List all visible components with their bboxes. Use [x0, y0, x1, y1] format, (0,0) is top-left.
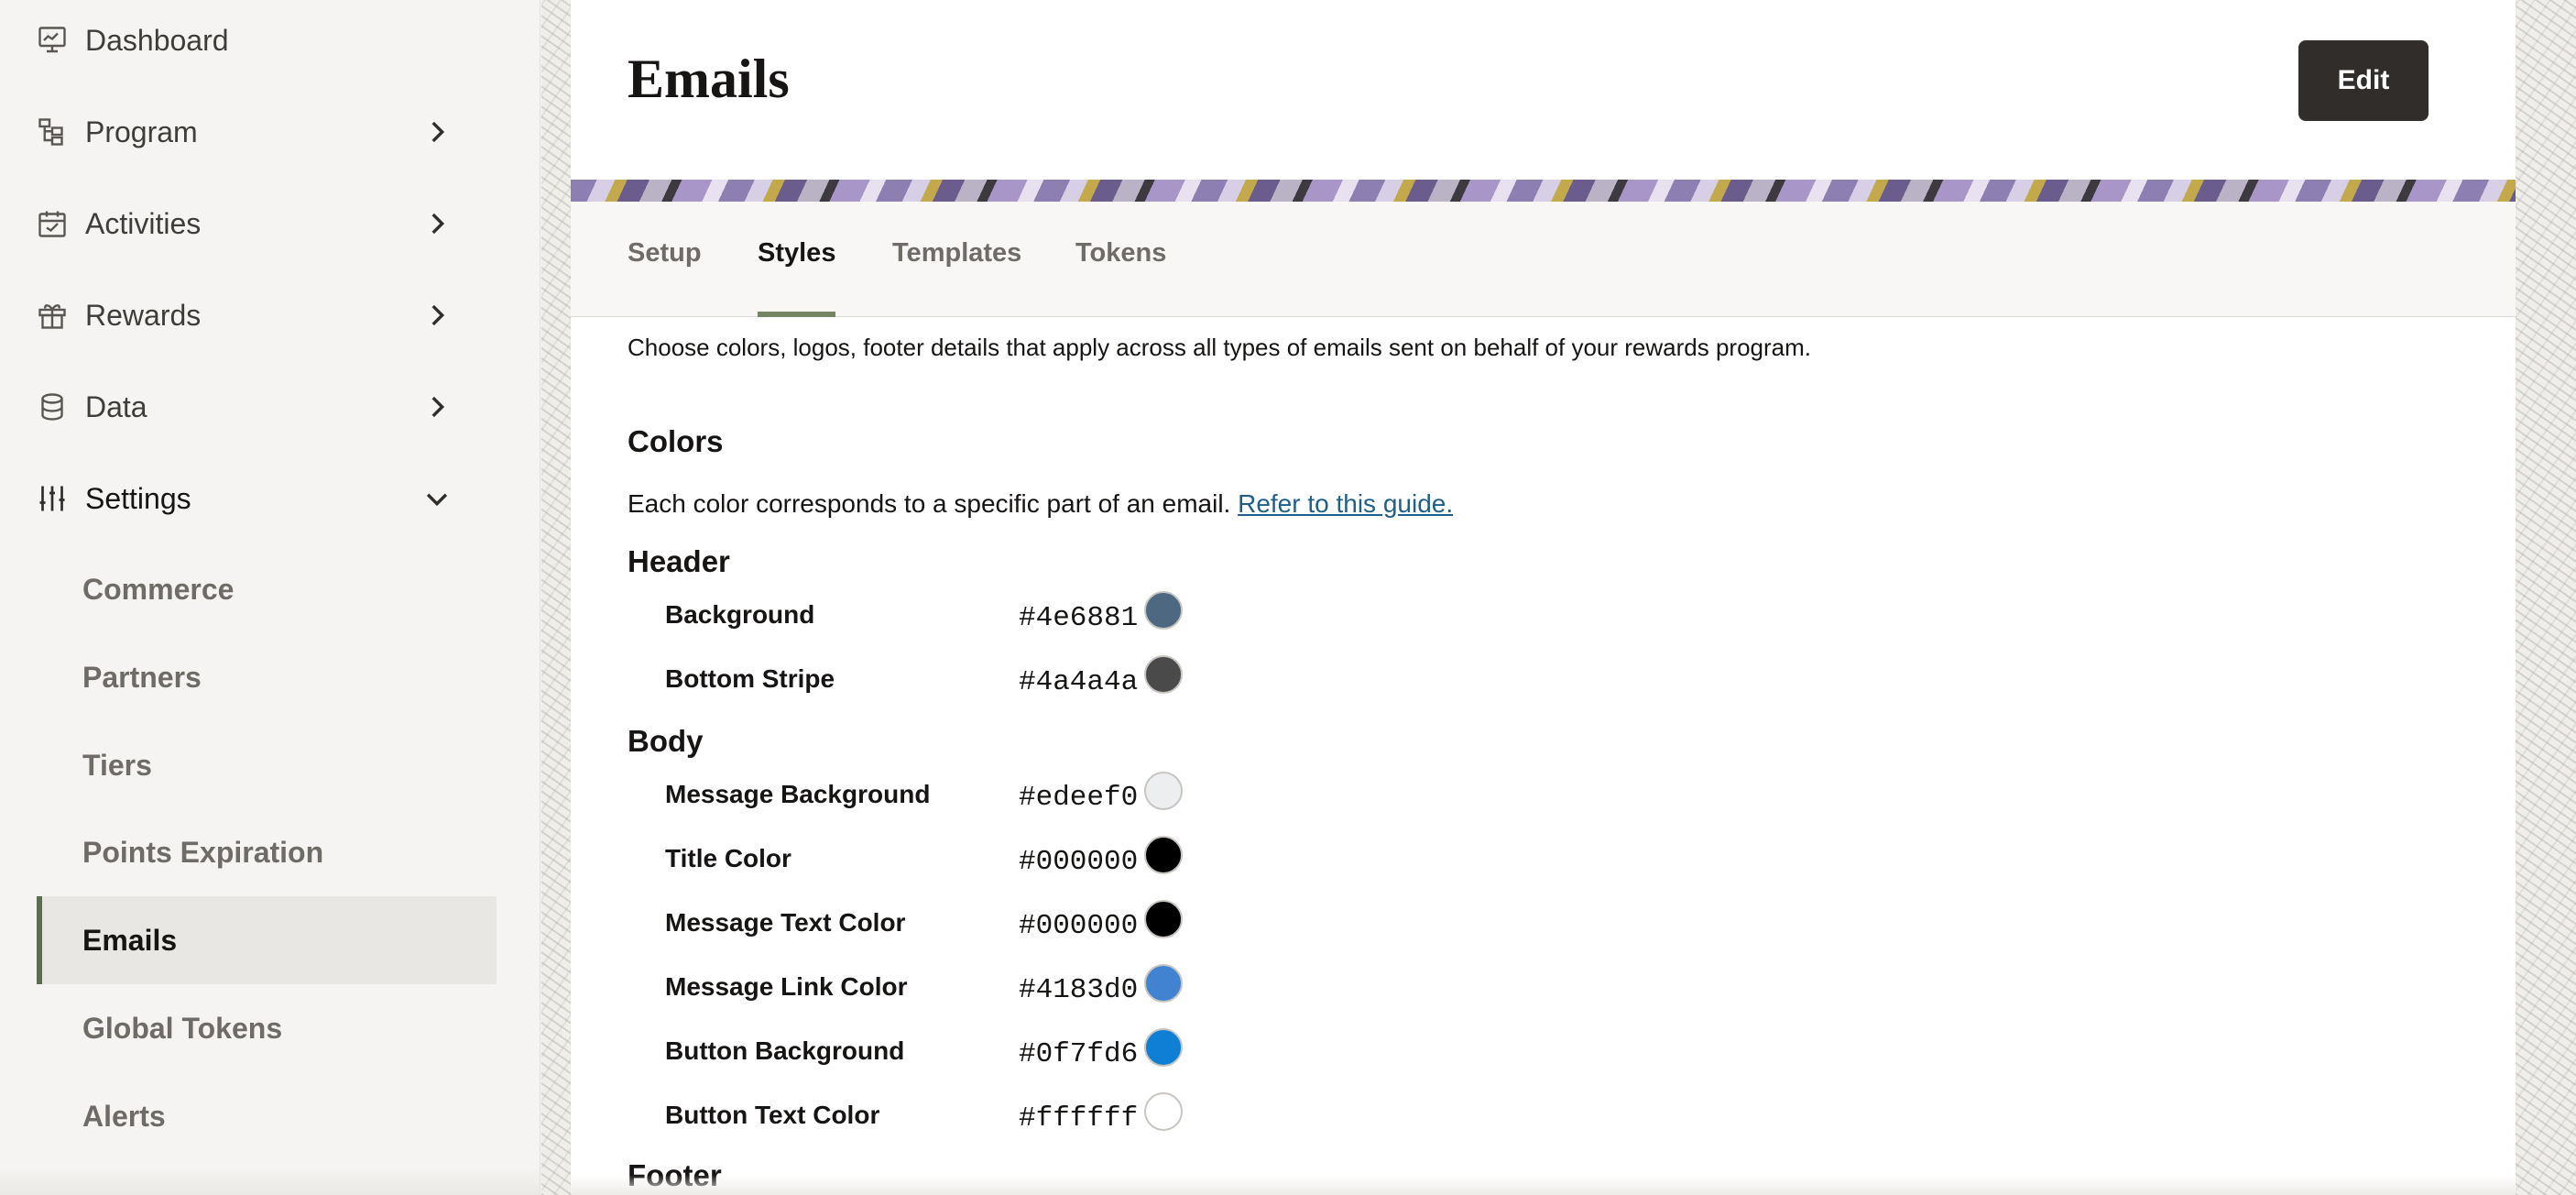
tab-setup[interactable]: Setup: [628, 238, 702, 317]
gift-icon: [35, 298, 70, 333]
color-swatch[interactable]: [1144, 900, 1183, 938]
sidebar-scroll-fade: [0, 1168, 540, 1195]
colors-description-text: Each color corresponds to a specific par…: [628, 489, 1231, 518]
sidebar-subitem-tiers[interactable]: Tiers: [37, 721, 497, 809]
sidebar-subitem-partners[interactable]: Partners: [37, 633, 497, 721]
edit-button[interactable]: Edit: [2298, 40, 2429, 121]
chevron-down-icon[interactable]: [417, 478, 457, 519]
color-row-label: Message Background: [665, 780, 931, 808]
sidebar-subitem-alerts[interactable]: Alerts: [37, 1072, 497, 1160]
styles-intro-text: Choose colors, logos, footer details tha…: [628, 334, 1811, 361]
color-swatch[interactable]: [1144, 964, 1183, 1003]
header-group-title: Header: [628, 544, 730, 578]
color-row-hex: #edeef0: [1019, 782, 1139, 814]
color-row-label: Title Color: [665, 844, 791, 872]
sidebar: Dashboard Program Activities Rewards Dat…: [0, 0, 540, 1195]
sidebar-item-label: Data: [85, 389, 147, 423]
color-swatch[interactable]: [1144, 1092, 1183, 1131]
color-row-hex: #4a4a4a: [1019, 666, 1139, 698]
decorative-pattern-right: [2516, 0, 2576, 1195]
sidebar-subitem-label: Tiers: [82, 748, 152, 782]
sidebar-item-label: Dashboard: [85, 23, 229, 57]
color-swatch[interactable]: [1144, 836, 1183, 874]
sidebar-subitem-label: Global Tokens: [82, 1011, 283, 1045]
sidebar-subitem-points-expiration[interactable]: Points Expiration: [37, 808, 497, 896]
sidebar-item-program[interactable]: Program: [0, 95, 495, 169]
tab-bar: Setup Styles Templates Tokens: [571, 202, 2516, 317]
sidebar-subitem-label: Commerce: [82, 572, 235, 606]
color-swatch[interactable]: [1144, 772, 1183, 810]
color-row-label: Background: [665, 600, 815, 629]
sidebar-item-label: Program: [85, 115, 198, 148]
sidebar-item-data[interactable]: Data: [0, 370, 495, 444]
sliders-icon: [35, 481, 70, 516]
chevron-right-icon[interactable]: [417, 387, 457, 427]
page-title: Emails: [628, 49, 790, 109]
tab-templates[interactable]: Templates: [892, 238, 1021, 317]
color-row-label: Message Text Color: [665, 908, 906, 937]
calendar-icon: [35, 206, 70, 241]
sidebar-subitem-label: Emails: [82, 923, 178, 957]
color-row-hex: #0f7fd6: [1019, 1038, 1139, 1070]
chevron-right-icon[interactable]: [417, 295, 457, 335]
dashboard-icon: [35, 23, 70, 58]
sidebar-subitem-label: Points Expiration: [82, 835, 324, 869]
main-content: Emails Edit Setup Styles Templates Token…: [571, 0, 2516, 1195]
sidebar-subitem-emails[interactable]: Emails: [37, 896, 497, 984]
color-row-hex: #4183d0: [1019, 974, 1139, 1006]
color-swatch[interactable]: [1144, 591, 1183, 630]
sidebar-item-settings[interactable]: Settings: [0, 462, 495, 535]
sidebar-item-rewards[interactable]: Rewards: [0, 279, 495, 352]
color-row-label: Button Background: [665, 1036, 905, 1065]
tab-styles[interactable]: Styles: [758, 238, 836, 317]
color-swatch[interactable]: [1144, 1028, 1183, 1067]
program-icon: [35, 115, 70, 149]
color-row-hex: #ffffff: [1019, 1102, 1139, 1135]
color-row-hex: #4e6881: [1019, 602, 1139, 634]
color-row-label: Button Text Color: [665, 1101, 880, 1129]
sidebar-item-label: Settings: [85, 481, 191, 515]
color-swatch[interactable]: [1144, 655, 1183, 694]
sidebar-subitem-commerce[interactable]: Commerce: [37, 545, 497, 633]
colors-description: Each color corresponds to a specific par…: [628, 489, 1453, 519]
chevron-right-icon[interactable]: [417, 203, 457, 244]
chevron-right-icon[interactable]: [417, 112, 457, 152]
guide-link[interactable]: Refer to this guide.: [1238, 489, 1453, 518]
sidebar-item-activities[interactable]: Activities: [0, 187, 495, 260]
sidebar-subitem-label: Partners: [82, 660, 202, 694]
color-row-label: Bottom Stripe: [665, 664, 835, 693]
sidebar-item-label: Activities: [85, 206, 202, 240]
tab-tokens[interactable]: Tokens: [1075, 238, 1166, 317]
color-row-hex: #000000: [1019, 910, 1139, 942]
database-icon: [35, 389, 70, 424]
decorative-pattern-left: [541, 0, 571, 1195]
sidebar-item-dashboard[interactable]: Dashboard: [0, 4, 495, 77]
color-row-label: Message Link Color: [665, 972, 908, 1001]
color-row-hex: #000000: [1019, 846, 1139, 878]
sidebar-item-label: Rewards: [85, 298, 202, 332]
sidebar-subitem-global-tokens[interactable]: Global Tokens: [37, 984, 497, 1072]
colors-section-title: Colors: [628, 424, 724, 458]
decorative-banner: [571, 180, 2516, 202]
sidebar-subitem-label: Alerts: [82, 1099, 166, 1133]
main-scroll-fade: [571, 1175, 2516, 1195]
body-group-title: Body: [628, 724, 704, 758]
